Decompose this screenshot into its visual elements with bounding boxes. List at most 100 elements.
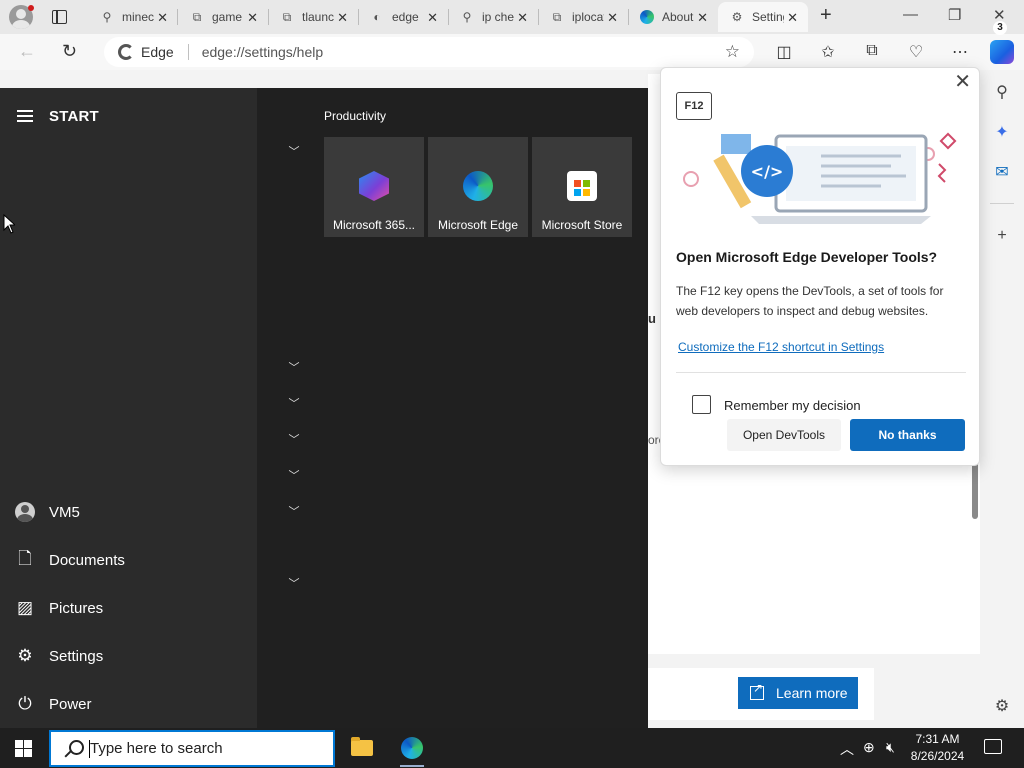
tile-microsoft-store[interactable]: Microsoft Store bbox=[532, 137, 632, 237]
taskbar-clock[interactable]: 7:31 AM 8/26/2024 bbox=[900, 731, 975, 765]
copilot-icon[interactable] bbox=[990, 40, 1014, 64]
outlook-icon[interactable]: ✉ bbox=[992, 162, 1012, 182]
remember-decision-checkbox[interactable] bbox=[692, 395, 711, 414]
microsoft-365-icon bbox=[359, 171, 389, 201]
tile-microsoft-365[interactable]: Microsoft 365... bbox=[324, 137, 424, 237]
search-icon: ⚲ bbox=[102, 10, 112, 24]
add-favorite-star-icon[interactable]: ☆ bbox=[725, 42, 740, 62]
no-thanks-button[interactable]: No thanks bbox=[850, 419, 965, 451]
edge-icon bbox=[401, 737, 423, 759]
minimize-button[interactable]: — bbox=[903, 6, 918, 23]
browser-toolbar: ← ↻ Edge edge://settings/help ☆ ◫ ✩ ⧉ ♡ … bbox=[0, 34, 1024, 70]
tab-close-icon[interactable]: ✕ bbox=[517, 10, 528, 26]
tab-close-icon[interactable]: ✕ bbox=[157, 10, 168, 26]
volume-muted-icon[interactable]: 🔇︎ bbox=[886, 739, 895, 756]
show-hidden-icons-chevron-icon[interactable]: ︿ bbox=[840, 739, 854, 759]
profile-notification-dot bbox=[28, 5, 34, 11]
taskbar-search-box[interactable]: Type here to search bbox=[49, 730, 335, 767]
mouse-cursor-icon bbox=[3, 214, 15, 234]
clock-time: 7:31 AM bbox=[915, 732, 960, 746]
windows-start-icon[interactable] bbox=[15, 740, 32, 757]
tab-page-icon: ⧉ bbox=[552, 9, 562, 24]
file-explorer-taskbar-button[interactable] bbox=[346, 732, 378, 764]
address-bar-site-label: Edge bbox=[141, 44, 174, 60]
gear-icon: ⚙ bbox=[17, 646, 33, 665]
tab-game[interactable]: ⧉ game ✕ bbox=[178, 2, 268, 32]
tab-settings[interactable]: ⚙ Settings ✕ bbox=[718, 2, 808, 32]
chevron-down-icon[interactable]: ﹀ bbox=[286, 432, 302, 448]
devtools-illustration: </> bbox=[683, 132, 957, 224]
tile-microsoft-edge[interactable]: Microsoft Edge bbox=[428, 137, 528, 237]
tab-tlauncher[interactable]: ⧉ tlauncher ✕ bbox=[268, 2, 358, 32]
chevron-down-icon[interactable]: ﹀ bbox=[286, 468, 302, 484]
split-screen-icon[interactable]: ◫ bbox=[774, 42, 794, 62]
page-text-fragment: u bbox=[648, 311, 656, 326]
more-menu-icon[interactable]: ⋯ bbox=[950, 42, 970, 62]
favorites-icon[interactable]: ✩ bbox=[818, 42, 838, 62]
tab-close-icon[interactable]: ✕ bbox=[247, 10, 258, 26]
external-link-icon bbox=[750, 681, 764, 700]
tab-edge[interactable]: ◐ edge ✕ bbox=[358, 2, 448, 32]
copilot-sidebar-icon[interactable]: ✦ bbox=[992, 122, 1012, 142]
chevron-down-icon[interactable]: ﹀ bbox=[286, 576, 302, 592]
notification-count-badge: 3 bbox=[993, 21, 1007, 35]
network-globe-icon[interactable]: ⊕ bbox=[863, 739, 875, 756]
edge-icon bbox=[463, 171, 493, 201]
tab-about[interactable]: About ✕ bbox=[628, 2, 718, 32]
address-bar[interactable]: Edge edge://settings/help ☆ bbox=[104, 37, 754, 67]
start-item-settings[interactable]: ⚙ Settings bbox=[14, 636, 244, 676]
store-icon bbox=[567, 171, 597, 201]
customize-shortcut-link[interactable]: Customize the F12 shortcut in Settings bbox=[678, 340, 884, 354]
search-icon[interactable]: ⚲ bbox=[992, 82, 1012, 102]
remember-decision-label: Remember my decision bbox=[724, 398, 861, 413]
start-menu: START VM5 🗋 Documents ▨ Pictures ⚙ Setti… bbox=[0, 88, 648, 728]
tab-close-icon[interactable]: ✕ bbox=[337, 10, 348, 26]
address-bar-url[interactable]: edge://settings/help bbox=[202, 44, 323, 60]
edge-logo-icon bbox=[118, 44, 134, 60]
taskbar: Type here to search ︿ ⊕ 🔇︎ 7:31 AM 8/26/… bbox=[0, 728, 1024, 768]
power-icon: ⏻ bbox=[18, 694, 32, 713]
user-avatar-icon bbox=[14, 501, 36, 523]
start-item-documents[interactable]: 🗋 Documents bbox=[14, 540, 244, 580]
tab-iplocation[interactable]: ⧉ iplocation ✕ bbox=[538, 2, 628, 32]
pictures-icon: ▨ bbox=[16, 598, 34, 617]
start-item-user[interactable]: VM5 bbox=[14, 492, 244, 532]
chevron-down-icon[interactable]: ﹀ bbox=[286, 504, 302, 520]
new-tab-button[interactable]: + bbox=[820, 5, 832, 25]
start-item-power[interactable]: ⏻ Power bbox=[14, 684, 244, 724]
notification-center-icon[interactable] bbox=[984, 739, 1002, 754]
close-icon[interactable]: ✕ bbox=[954, 72, 971, 92]
refresh-button[interactable]: ↻ bbox=[62, 41, 77, 62]
tab-actions-icon[interactable] bbox=[50, 7, 70, 27]
chevron-down-icon[interactable]: ﹀ bbox=[286, 144, 302, 160]
sidebar-settings-gear-icon[interactable]: ⚙ bbox=[992, 696, 1012, 716]
restore-button[interactable]: ❐ bbox=[948, 6, 961, 24]
tab-close-icon[interactable]: ✕ bbox=[787, 10, 798, 26]
tab-close-icon[interactable]: ✕ bbox=[427, 10, 438, 26]
edge-icon bbox=[640, 10, 654, 24]
tab-minecraft[interactable]: ⚲ minecraft ✕ bbox=[88, 2, 178, 32]
dialog-description: The F12 key opens the DevTools, a set of… bbox=[676, 284, 944, 318]
open-devtools-button[interactable]: Open DevTools bbox=[727, 419, 841, 451]
tile-group-title: Productivity bbox=[324, 109, 387, 123]
folder-icon bbox=[351, 737, 373, 756]
browser-essentials-icon[interactable]: ♡ bbox=[906, 42, 926, 62]
document-icon: 🗋 bbox=[18, 548, 32, 568]
learn-more-button[interactable]: Learn more bbox=[738, 677, 858, 709]
tab-close-icon[interactable]: ✕ bbox=[697, 10, 708, 26]
tab-ip-check[interactable]: ⚲ ip check ✕ bbox=[448, 2, 538, 32]
tab-strip: ⚲ minecraft ✕ ⧉ game ✕ ⧉ tlauncher ✕ ◐ e… bbox=[0, 0, 1024, 34]
edge-taskbar-button[interactable] bbox=[396, 732, 428, 767]
tab-page-icon: ◐ bbox=[373, 10, 381, 24]
edge-sidebar: ⚲ ✦ ✉ + ⚙ bbox=[980, 70, 1024, 728]
chevron-down-icon[interactable]: ﹀ bbox=[286, 360, 302, 376]
tab-close-icon[interactable]: ✕ bbox=[607, 10, 618, 26]
chevron-down-icon[interactable]: ﹀ bbox=[286, 396, 302, 412]
add-sidebar-app-icon[interactable]: + bbox=[992, 226, 1012, 246]
search-icon: ⚲ bbox=[462, 10, 472, 24]
hamburger-menu-icon[interactable] bbox=[17, 110, 33, 122]
start-item-pictures[interactable]: ▨ Pictures bbox=[14, 588, 244, 628]
collections-icon[interactable]: ⧉ bbox=[862, 42, 882, 60]
back-button[interactable]: ← bbox=[18, 41, 36, 62]
start-menu-left-column: START VM5 🗋 Documents ▨ Pictures ⚙ Setti… bbox=[0, 88, 257, 728]
